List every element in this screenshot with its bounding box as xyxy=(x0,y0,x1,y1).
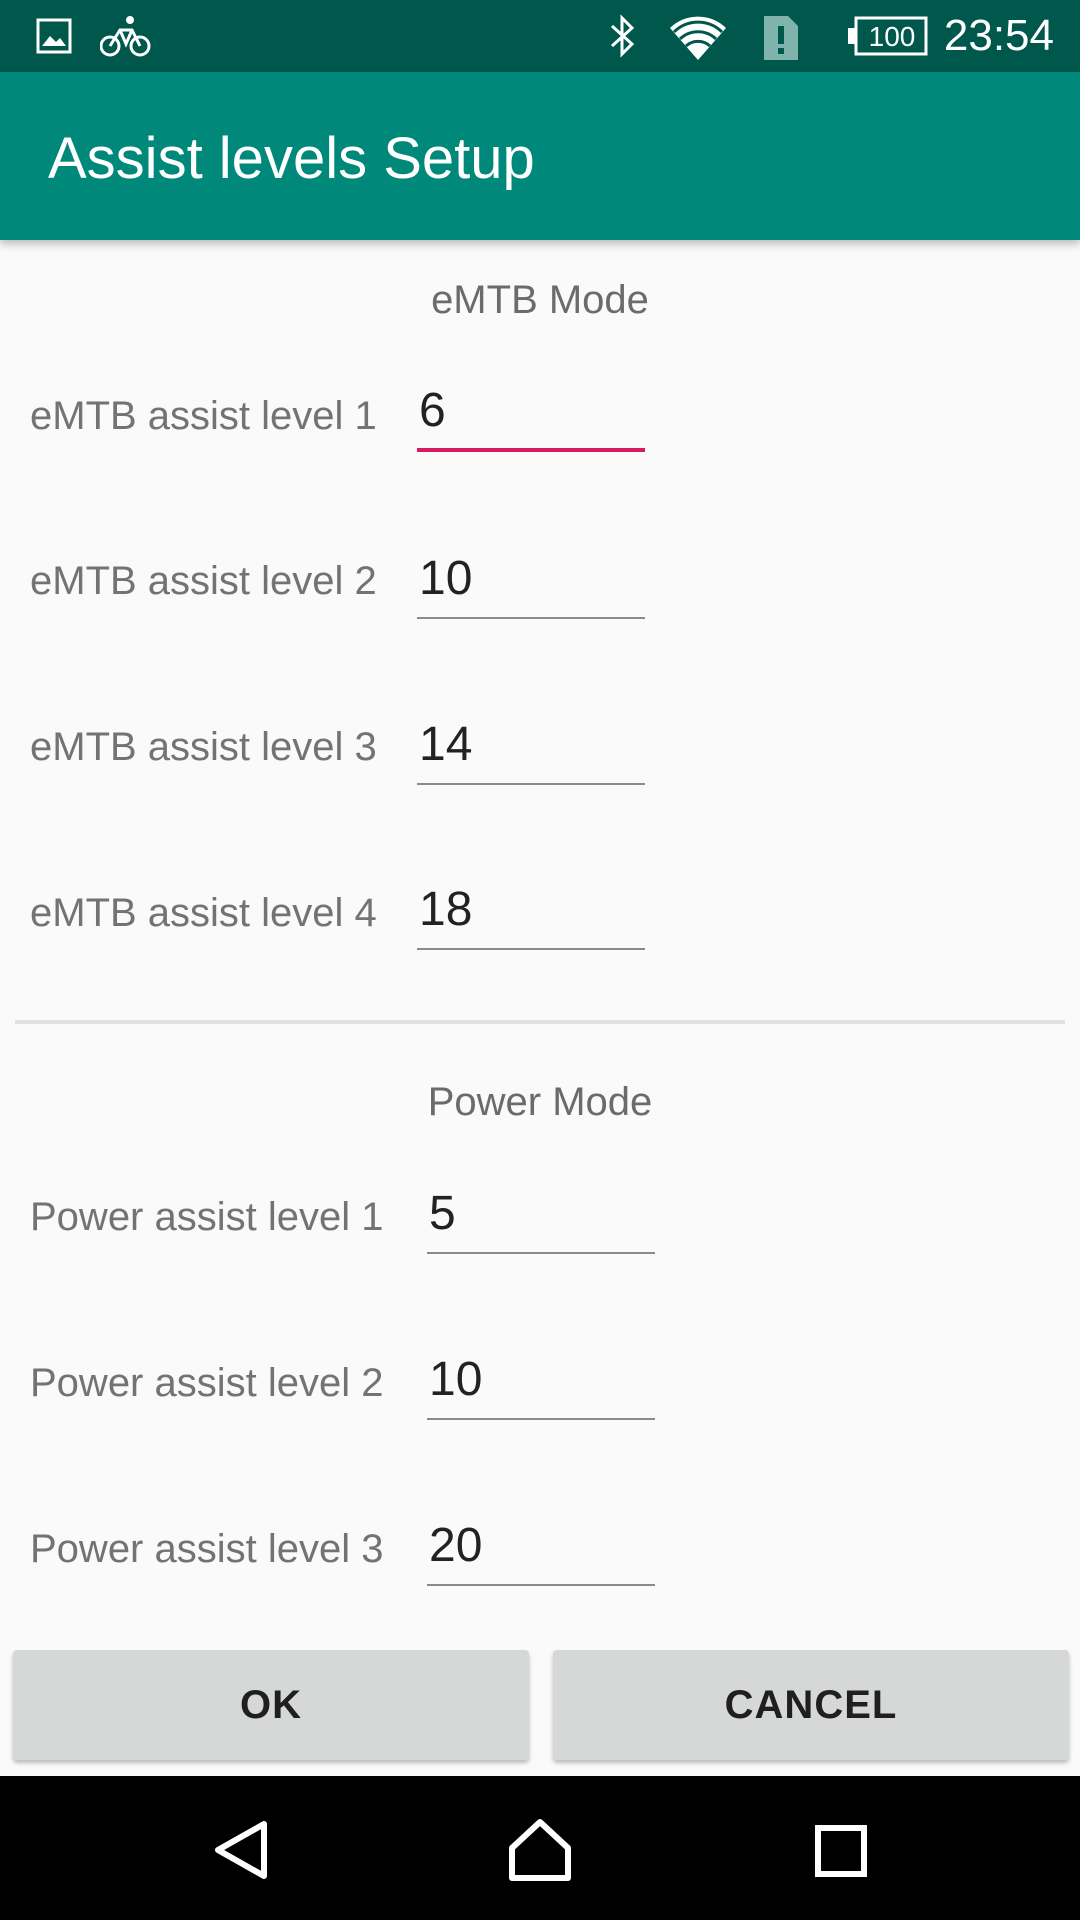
power-level-1-label: Power assist level 1 xyxy=(30,1195,384,1239)
power-level-3-label: Power assist level 3 xyxy=(30,1527,384,1571)
emtb-level-2-label: eMTB assist level 2 xyxy=(30,559,377,603)
status-bar: 100 23:54 xyxy=(0,0,1080,72)
section-divider xyxy=(15,1020,1065,1024)
emtb-level-4-label: eMTB assist level 4 xyxy=(30,891,377,935)
screen: 100 23:54 Assist levels Setup eMTB Mode … xyxy=(0,0,1080,1920)
sim-alert-icon xyxy=(762,14,800,67)
bluetooth-icon xyxy=(608,14,638,63)
power-level-3-input[interactable] xyxy=(427,1514,655,1586)
battery-level: 100 xyxy=(869,21,916,52)
image-icon xyxy=(36,18,72,59)
emtb-level-1-input[interactable] xyxy=(417,380,645,452)
emtb-level-4-input[interactable] xyxy=(417,878,645,950)
emtb-level-3-input[interactable] xyxy=(417,713,645,785)
emtb-level-3-label: eMTB assist level 3 xyxy=(30,725,377,769)
clock: 23:54 xyxy=(943,11,1054,60)
emtb-mode-heading: eMTB Mode xyxy=(431,278,649,322)
power-mode-heading: Power Mode xyxy=(427,1080,653,1124)
navigation-bar xyxy=(0,1776,1080,1920)
bicycle-icon xyxy=(99,14,152,63)
wifi-icon xyxy=(668,14,728,67)
emtb-level-1-label: eMTB assist level 1 xyxy=(30,394,377,438)
power-level-1-input[interactable] xyxy=(427,1182,655,1254)
home-icon[interactable] xyxy=(508,1818,572,1887)
battery-icon: 100 xyxy=(846,16,928,61)
ok-button[interactable]: OK xyxy=(13,1650,529,1760)
page-title: Assist levels Setup xyxy=(48,126,535,191)
recents-icon[interactable] xyxy=(814,1824,868,1883)
emtb-level-2-input[interactable] xyxy=(417,547,645,619)
cancel-button[interactable]: CANCEL xyxy=(553,1650,1069,1760)
app-bar: Assist levels Setup xyxy=(0,72,1080,240)
power-level-2-label: Power assist level 2 xyxy=(30,1361,384,1405)
back-icon[interactable] xyxy=(212,1820,272,1885)
power-level-2-input[interactable] xyxy=(427,1348,655,1420)
